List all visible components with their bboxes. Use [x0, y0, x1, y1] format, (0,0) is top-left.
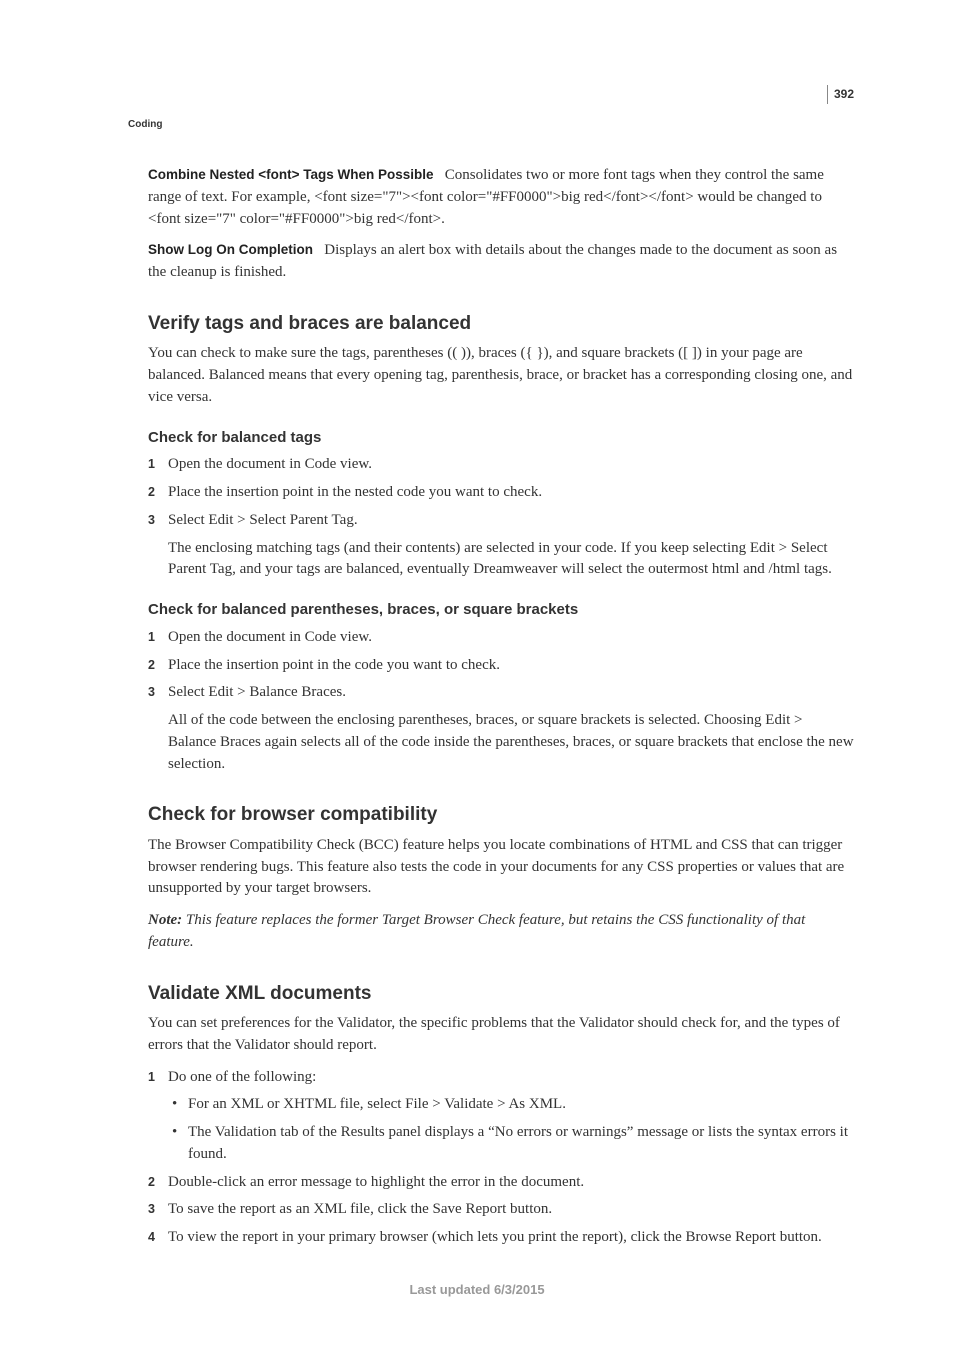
step-number: 3	[148, 511, 155, 529]
validate-body: You can set preferences for the Validato…	[148, 1013, 854, 1057]
showlog-title: Show Log On Completion	[148, 242, 313, 257]
list-item: 2 Double-click an error message to highli…	[148, 1172, 854, 1194]
validate-steps: 1 Do one of the following: For an XML or …	[148, 1067, 854, 1249]
step-number: 3	[148, 683, 155, 701]
list-item: The Validation tab of the Results panel …	[168, 1122, 854, 1166]
step-text: Place the insertion point in the code yo…	[168, 657, 500, 673]
step-text: Place the insertion point in the nested …	[168, 484, 542, 500]
step-number: 2	[148, 1173, 155, 1191]
verify-tags-steps: 1 Open the document in Code view. 2 Place …	[148, 454, 854, 581]
step-text: Do one of the following:	[168, 1069, 316, 1085]
step-number: 1	[148, 1068, 155, 1086]
bullet-text: For an XML or XHTML file, select File > …	[188, 1096, 566, 1112]
list-item: 3 Select Edit > Balance Braces. All of th…	[148, 682, 854, 775]
step-number: 2	[148, 483, 155, 501]
footer-last-updated: Last updated 6/3/2015	[0, 1281, 954, 1300]
validate-heading: Validate XML documents	[148, 980, 854, 1008]
step-text: To view the report in your primary brows…	[168, 1229, 822, 1245]
list-item: For an XML or XHTML file, select File > …	[168, 1094, 854, 1116]
verify-braces-steps: 1 Open the document in Code view. 2 Place …	[148, 627, 854, 776]
step-text: Select Edit > Select Parent Tag.	[168, 512, 358, 528]
list-item: 1 Open the document in Code view.	[148, 627, 854, 649]
step-number: 1	[148, 455, 155, 473]
page: Coding 392 Combine Nested <font> Tags Wh…	[0, 0, 954, 1350]
step-text: Open the document in Code view.	[168, 456, 372, 472]
verify-body: You can check to make sure the tags, par…	[148, 343, 854, 408]
combine-paragraph: Combine Nested <font> Tags When Possible…	[148, 165, 854, 230]
list-item: 2 Place the insertion point in the code y…	[148, 655, 854, 677]
verify-tags-heading: Check for balanced tags	[148, 427, 854, 449]
step-text: Double-click an error message to highlig…	[168, 1174, 584, 1190]
step-number: 3	[148, 1200, 155, 1218]
note-label: Note:	[148, 912, 182, 928]
compat-heading: Check for browser compatibility	[148, 801, 854, 829]
list-item: 3 Select Edit > Select Parent Tag. The en…	[148, 510, 854, 581]
compat-note: Note: This feature replaces the former T…	[148, 910, 854, 954]
verify-heading: Verify tags and braces are balanced	[148, 310, 854, 338]
bullet-text: The Validation tab of the Results panel …	[188, 1124, 848, 1162]
verify-tags-after: The enclosing matching tags (and their c…	[168, 538, 854, 582]
showlog-paragraph: Show Log On Completion Displays an alert…	[148, 240, 854, 284]
content: Combine Nested <font> Tags When Possible…	[148, 165, 854, 1249]
step-number: 4	[148, 1228, 155, 1246]
step-text: To save the report as an XML file, click…	[168, 1201, 552, 1217]
step-number: 2	[148, 656, 155, 674]
list-item: 4 To view the report in your primary brow…	[148, 1227, 854, 1249]
verify-braces-after: All of the code between the enclosing pa…	[168, 710, 854, 775]
list-item: 3 To save the report as an XML file, clic…	[148, 1199, 854, 1221]
step-text: Select Edit > Balance Braces.	[168, 684, 346, 700]
compat-body: The Browser Compatibility Check (BCC) fe…	[148, 835, 854, 900]
verify-braces-heading: Check for balanced parentheses, braces, …	[148, 599, 854, 621]
combine-title: Combine Nested <font> Tags When Possible	[148, 167, 434, 182]
header-section-label: Coding	[128, 118, 162, 133]
step-number: 1	[148, 628, 155, 646]
page-number: 392	[827, 85, 854, 104]
list-item: 1 Do one of the following: For an XML or …	[148, 1067, 854, 1166]
list-item: 1 Open the document in Code view.	[148, 454, 854, 476]
list-item: 2 Place the insertion point in the nested…	[148, 482, 854, 504]
step-text: Open the document in Code view.	[168, 629, 372, 645]
validate-step1-bullets: For an XML or XHTML file, select File > …	[168, 1094, 854, 1165]
